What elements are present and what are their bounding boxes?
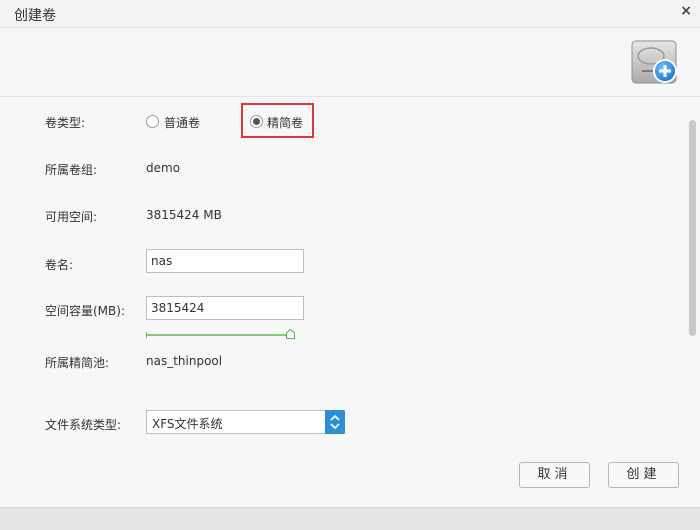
header-band — [0, 28, 700, 97]
close-icon[interactable]: × — [680, 3, 692, 19]
available-space-label: 可用空间: — [45, 210, 98, 224]
volume-name-input[interactable] — [146, 249, 304, 273]
footer-bar — [0, 507, 700, 530]
capacity-label: 空间容量(MB): — [45, 304, 125, 318]
available-space-value: 3815424 MB — [146, 208, 222, 222]
capacity-input[interactable] — [146, 296, 304, 320]
radio-normal-volume-label[interactable]: 普通卷 — [164, 114, 200, 131]
volume-name-label: 卷名: — [45, 258, 74, 272]
cancel-button[interactable]: 取消 — [519, 462, 590, 488]
create-button[interactable]: 创建 — [608, 462, 679, 488]
radio-normal-volume[interactable] — [146, 115, 159, 128]
disk-add-icon — [630, 38, 680, 88]
thin-volume-highlight — [241, 103, 314, 138]
capacity-slider-track[interactable] — [146, 332, 291, 338]
fs-type-label: 文件系统类型: — [45, 418, 122, 432]
title-bar: 创建卷 × — [0, 0, 700, 28]
volume-group-value: demo — [146, 161, 181, 175]
fs-type-select[interactable]: XFS文件系统 — [146, 410, 345, 434]
volume-group-label: 所属卷组: — [45, 163, 98, 177]
scrollbar-thumb[interactable] — [689, 120, 696, 336]
capacity-slider-handle[interactable] — [286, 328, 295, 339]
thin-pool-value: nas_thinpool — [146, 354, 223, 368]
fs-type-selected: XFS文件系统 — [152, 417, 223, 431]
dialog-title: 创建卷 — [14, 8, 56, 24]
select-arrow-icon[interactable] — [325, 410, 345, 434]
thin-pool-label: 所属精简池: — [45, 356, 110, 370]
volume-type-label: 卷类型: — [45, 116, 86, 130]
